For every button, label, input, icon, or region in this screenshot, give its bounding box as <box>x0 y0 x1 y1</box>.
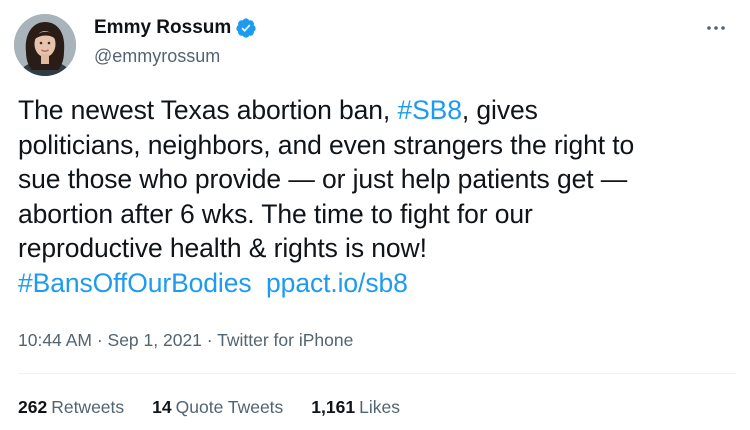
likes-label: Likes <box>359 397 400 417</box>
tweet-text-line: sue those who provide — or just help pat… <box>18 164 628 194</box>
retweets-label: Retweets <box>51 397 125 417</box>
tweet-time[interactable]: 10:44 AM <box>18 330 92 350</box>
meta-separator: · <box>91 330 108 350</box>
url-link[interactable]: ppact.io/sb8 <box>266 268 408 298</box>
tweet-header: Emmy Rossum @emmyrossum <box>14 12 736 78</box>
author-handle[interactable]: @emmyrossum <box>94 46 257 67</box>
tweet-text-line: politicians, neighbors, and even strange… <box>18 129 635 160</box>
tweet-text: The newest Texas abortion ban, #SB8, giv… <box>18 93 730 300</box>
tweet-text-line: reproductive health & rights is now! <box>18 233 427 263</box>
verified-badge-icon <box>235 17 257 39</box>
avatar[interactable] <box>14 14 76 76</box>
tweet-date[interactable]: Sep 1, 2021 <box>108 330 202 350</box>
tweet-source[interactable]: Twitter for iPhone <box>217 330 353 350</box>
more-dots-icon[interactable] <box>704 16 728 40</box>
retweets-stat[interactable]: 262 Retweets <box>18 397 124 418</box>
tweet-text-segment: The newest Texas abortion ban, <box>18 95 398 125</box>
hashtag-sb8-link[interactable]: #SB8 <box>397 95 462 125</box>
likes-count: 1,161 <box>311 397 356 417</box>
quote-tweets-label: Quote Tweets <box>175 397 284 417</box>
tweet-text-line: abortion after 6 wks. The time to fight … <box>18 198 533 229</box>
quote-tweets-stat[interactable]: 14 Quote Tweets <box>152 397 283 418</box>
tweet-text-line: The newest Texas abortion ban, #SB8, giv… <box>18 93 730 128</box>
retweets-count: 262 <box>18 397 48 417</box>
avatar-portrait-icon <box>14 14 76 76</box>
meta-separator: · <box>201 330 218 350</box>
tweet-metadata: 10:44 AM · Sep 1, 2021 · Twitter for iPh… <box>18 330 353 351</box>
tweet-stats: 262 Retweets 14 Quote Tweets 1,161 Likes <box>18 397 428 418</box>
divider <box>18 373 736 374</box>
tweet-text-line: #BansOffOurBodies ppact.io/sb8 <box>18 266 730 301</box>
display-name[interactable]: Emmy Rossum <box>94 17 231 39</box>
hashtag-bansoffourbodies-link[interactable]: #BansOffOurBodies <box>18 268 252 298</box>
likes-stat[interactable]: 1,161 Likes <box>311 397 400 418</box>
tweet-text-segment: , gives <box>461 95 538 125</box>
quote-tweets-count: 14 <box>152 397 172 417</box>
display-name-row: Emmy Rossum <box>94 16 257 40</box>
tweet-card: Emmy Rossum @emmyrossum The newest Texas… <box>0 0 750 430</box>
author-names: Emmy Rossum @emmyrossum <box>94 16 257 67</box>
